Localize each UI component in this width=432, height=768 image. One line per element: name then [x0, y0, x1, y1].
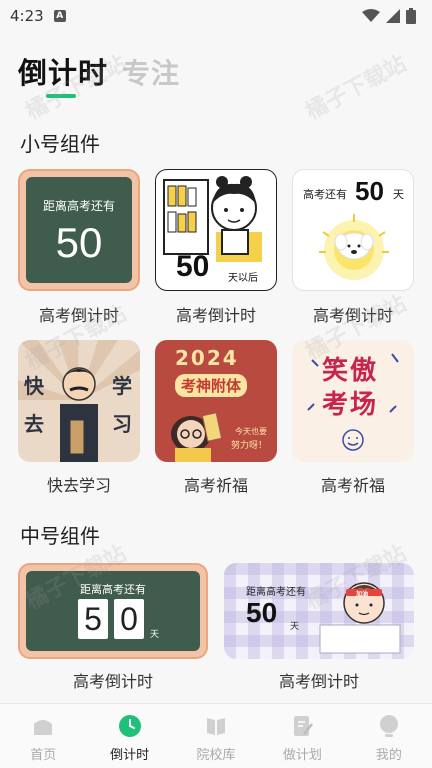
- widget-label: 高考倒计时: [72, 672, 153, 691]
- widget-label: 高考倒计时: [312, 306, 393, 325]
- widget-card-cartoon[interactable]: 50 天以后: [155, 169, 277, 291]
- headband-text: 加油: [356, 591, 369, 598]
- section-title-small: 小号组件: [20, 132, 100, 156]
- nav-plan[interactable]: 做计划: [259, 704, 345, 768]
- wifi-icon: [362, 9, 380, 22]
- widget-card-medium-chalkboard[interactable]: 距离高考还有 5 0 天: [18, 563, 208, 659]
- tab-focus[interactable]: 专注: [122, 52, 180, 92]
- widget-card-go-study[interactable]: 快 学 去 习: [18, 340, 140, 462]
- clock-icon: [118, 715, 141, 737]
- widget-card-proud-exam[interactable]: 笑傲 考场: [292, 340, 414, 462]
- widget-card-chalkboard[interactable]: 距离高考还有 50: [18, 169, 140, 291]
- widget-heading: 距离高考还有: [42, 199, 115, 213]
- widget-suffix: 天以后: [228, 273, 258, 284]
- nav-label: 倒计时: [110, 748, 150, 763]
- boy-illustration: [319, 582, 401, 654]
- widget-number: 50: [55, 219, 103, 266]
- notification-icon: A: [53, 10, 66, 22]
- section-title-medium: 中号组件: [20, 524, 100, 548]
- nav-label: 首页: [30, 748, 57, 763]
- widget-note-b: 努力呀！: [231, 441, 268, 451]
- book-icon: [207, 718, 226, 735]
- sun-dog-illustration: [319, 214, 389, 280]
- watermark: 橘子下载站: [301, 51, 411, 126]
- nav-home[interactable]: 首页: [0, 704, 86, 768]
- nav-countdown[interactable]: 倒计时: [86, 704, 172, 768]
- nav-label: 院校库: [196, 748, 236, 763]
- bottom-nav: 首页 倒计时 院校库 做计划 我的: [0, 703, 432, 768]
- widget-label: 高考祈福: [320, 476, 385, 495]
- battery-icon: [406, 8, 416, 24]
- tab-countdown[interactable]: 倒计时: [18, 50, 108, 92]
- char-kuai: 快: [24, 374, 44, 398]
- plan-icon: [294, 716, 314, 736]
- cartoon-illustration: [163, 176, 262, 262]
- widget-number: 50: [176, 250, 210, 283]
- home-icon: [34, 720, 53, 735]
- widget-label: 高考倒计时: [38, 306, 119, 325]
- widget-card-sunny-dog[interactable]: 高考还有 50 天: [292, 169, 414, 291]
- chalkboard-panel: 距离高考还有 5 0 天: [26, 571, 200, 651]
- widget-heading: 距离高考还有: [80, 583, 146, 596]
- nav-label: 我的: [375, 748, 402, 763]
- status-bar: 4:23 A: [0, 0, 432, 32]
- flip-digit-b: 0: [114, 599, 144, 639]
- widget-label: 高考倒计时: [175, 306, 256, 325]
- widget-card-medium-plaid[interactable]: 距离高考还有 50 天 加油: [224, 563, 414, 659]
- char-xi: 习: [112, 412, 132, 436]
- widget-label: 高考祈福: [183, 476, 248, 495]
- widget-note-a: 今天也要: [235, 427, 267, 436]
- widget-unit: 天: [150, 630, 160, 640]
- chalkboard-panel: 距离高考还有 50: [26, 177, 132, 283]
- widget-label: 快去学习: [46, 476, 111, 495]
- widget-big-a: 笑傲: [322, 356, 379, 386]
- nav-colleges[interactable]: 院校库: [173, 704, 259, 768]
- nav-profile[interactable]: 我的: [346, 704, 432, 768]
- tab-indicator: [46, 94, 76, 98]
- char-xue: 学: [112, 374, 132, 398]
- widget-label: 高考倒计时: [278, 672, 359, 691]
- top-tabs: 倒计时 专注: [18, 50, 180, 92]
- widget-big-b: 考场: [322, 390, 379, 420]
- flip-digit-a: 5: [78, 599, 108, 639]
- widget-card-blessing-2024[interactable]: 2024 考神附体 今天也要 努力呀！: [155, 340, 277, 462]
- nav-label: 做计划: [282, 748, 322, 763]
- scholar-illustration: [18, 340, 140, 462]
- status-time: 4:23: [10, 7, 44, 25]
- profile-icon: [379, 715, 398, 737]
- signal-icon: [386, 9, 400, 23]
- char-qu: 去: [24, 412, 44, 436]
